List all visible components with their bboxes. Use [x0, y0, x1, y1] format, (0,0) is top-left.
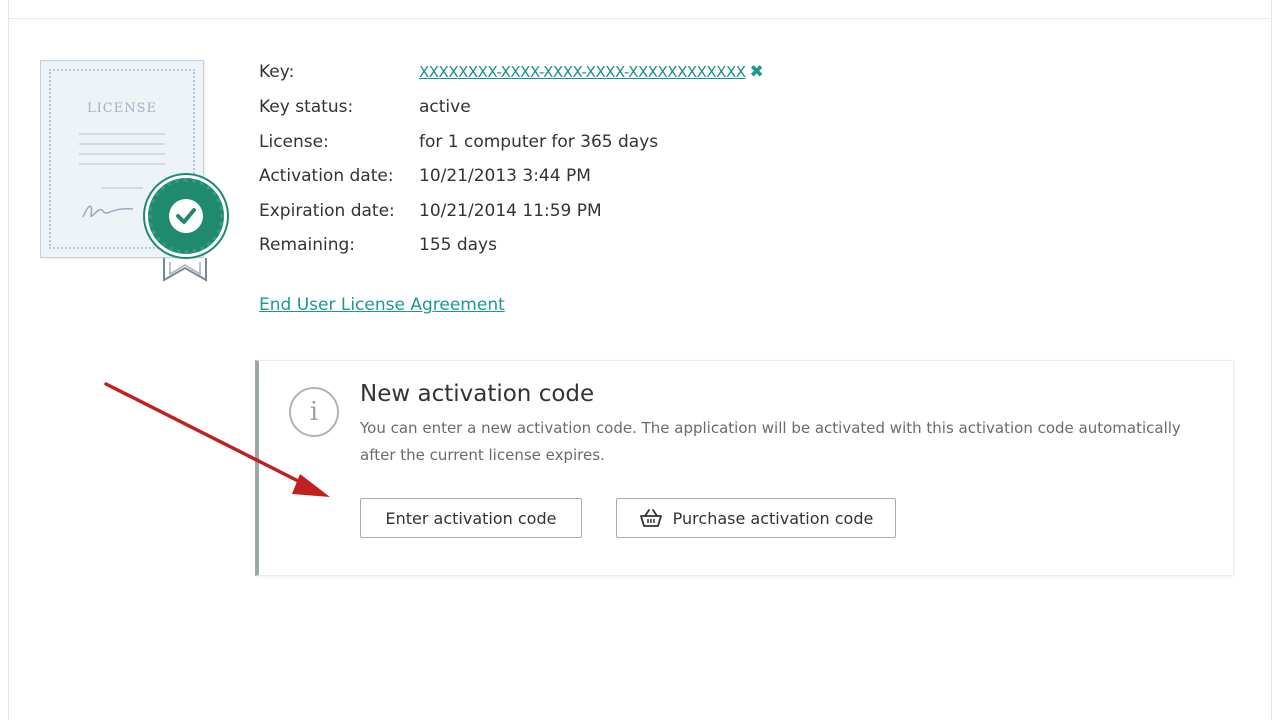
- license-value: for 1 computer for 365 days: [419, 132, 659, 152]
- remaining-row: Remaining: 155 days: [259, 235, 959, 259]
- purchase-activation-code-label: Purchase activation code: [672, 508, 874, 528]
- activation-date-label: Activation date:: [259, 166, 394, 186]
- key-status-value: active: [419, 97, 471, 117]
- expiration-date-value: 10/21/2014 11:59 PM: [419, 201, 602, 221]
- expiration-date-row: Expiration date: 10/21/2014 11:59 PM: [259, 201, 959, 225]
- expiration-date-label: Expiration date:: [259, 201, 395, 221]
- check-icon: [176, 208, 196, 224]
- eula-link[interactable]: End User License Agreement: [259, 295, 505, 315]
- verified-seal-icon: [148, 178, 224, 254]
- certificate-line: [79, 133, 165, 135]
- basket-icon: [639, 509, 662, 527]
- top-divider: [8, 18, 1270, 19]
- key-row: Key: XXXXXXXX-XXXX-XXXX-XXXX-XXXXXXXXXXX…: [259, 62, 959, 86]
- key-label: Key:: [259, 62, 295, 82]
- certificate-line: [79, 153, 165, 155]
- key-link[interactable]: XXXXXXXX-XXXX-XXXX-XXXX-XXXXXXXXXXXX: [419, 63, 746, 81]
- certificate-line: [101, 187, 143, 189]
- ribbon-icon: [163, 258, 207, 282]
- certificate-title: LICENSE: [87, 101, 157, 116]
- info-icon: i: [289, 387, 339, 437]
- remaining-value: 155 days: [419, 235, 497, 255]
- enter-activation-code-label: Enter activation code: [385, 508, 557, 528]
- purchase-activation-code-button[interactable]: Purchase activation code: [616, 498, 896, 538]
- license-label: License:: [259, 132, 329, 152]
- activation-date-row: Activation date: 10/21/2013 3:44 PM: [259, 166, 959, 190]
- license-row: License: for 1 computer for 365 days: [259, 132, 959, 156]
- new-activation-code-panel: i New activation code You can enter a ne…: [255, 360, 1234, 576]
- panel-description: You can enter a new activation code. The…: [360, 419, 1181, 464]
- remaining-label: Remaining:: [259, 235, 355, 255]
- activation-date-value: 10/21/2013 3:44 PM: [419, 166, 591, 186]
- key-value: XXXXXXXX-XXXX-XXXX-XXXX-XXXXXXXXXXXX ✖: [419, 62, 764, 82]
- signature-icon: [82, 205, 134, 218]
- close-icon[interactable]: ✖: [750, 62, 764, 82]
- key-status-label: Key status:: [259, 97, 354, 117]
- certificate-line: [79, 163, 165, 165]
- certificate-line: [79, 143, 165, 145]
- key-status-row: Key status: active: [259, 97, 959, 121]
- enter-activation-code-button[interactable]: Enter activation code: [360, 498, 582, 538]
- panel-title: New activation code: [360, 381, 595, 407]
